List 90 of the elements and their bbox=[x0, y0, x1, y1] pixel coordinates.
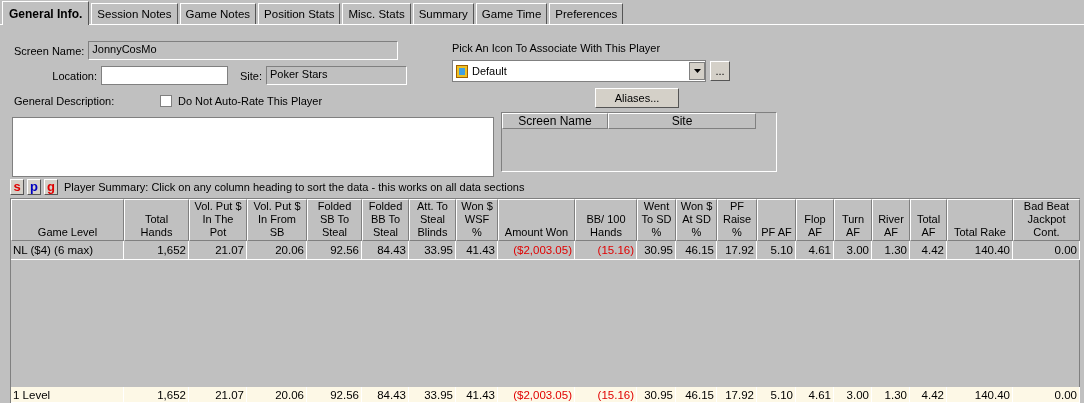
tab[interactable]: Summary bbox=[412, 3, 474, 24]
column-header[interactable]: Game Level bbox=[11, 199, 124, 241]
table-cell: 21.07 bbox=[189, 241, 247, 260]
column-header[interactable]: Total AF bbox=[910, 199, 947, 241]
table-cell: 4.61 bbox=[796, 387, 834, 403]
aliases-button[interactable]: Aliases... bbox=[595, 88, 679, 108]
table-cell: 92.56 bbox=[307, 387, 362, 403]
table-cell: 84.43 bbox=[362, 241, 409, 260]
summary-text: Player Summary: Click on any column heading to sort the data - this works on all data sections bbox=[64, 181, 525, 193]
tab[interactable]: Game Notes bbox=[179, 3, 257, 24]
table-cell: 46.15 bbox=[676, 241, 717, 260]
column-header[interactable]: Total Rake bbox=[947, 199, 1013, 241]
field-label: Site: bbox=[240, 69, 262, 82]
tab[interactable]: Position Stats bbox=[258, 3, 341, 24]
table-cell: 0.00 bbox=[1013, 241, 1080, 260]
column-header[interactable]: Turn AF bbox=[834, 199, 872, 241]
table-cell: 1 Level bbox=[11, 387, 124, 403]
table-cell: 17.92 bbox=[717, 387, 757, 403]
tab[interactable]: Preferences bbox=[549, 3, 624, 24]
table-cell: 33.95 bbox=[409, 387, 456, 403]
column-header[interactable]: Screen Name bbox=[502, 113, 608, 129]
table-cell: 1,652 bbox=[124, 241, 189, 260]
column-header[interactable]: Won $ WSF % bbox=[456, 199, 498, 241]
table-cell: 41.43 bbox=[456, 387, 498, 403]
table-cell: 3.00 bbox=[834, 241, 872, 260]
table-cell: 46.15 bbox=[676, 387, 717, 403]
dropdown-button[interactable] bbox=[689, 62, 705, 80]
column-header[interactable]: Won $ At SD % bbox=[676, 199, 717, 241]
column-header[interactable]: Vol. Put $ In From SB bbox=[247, 199, 307, 241]
column-header[interactable]: Vol. Put $ In The Pot bbox=[189, 199, 247, 241]
field-label: General Description: bbox=[14, 94, 116, 107]
browse-button[interactable]: ... bbox=[710, 61, 730, 81]
tab[interactable]: Session Notes bbox=[91, 3, 178, 24]
column-header[interactable]: Went To SD % bbox=[637, 199, 676, 241]
location-field[interactable] bbox=[101, 66, 228, 85]
icon-dropdown[interactable]: Default bbox=[452, 60, 706, 82]
screen-name-field[interactable]: JonnyCosMo bbox=[88, 41, 399, 60]
table-cell: ($2,003.05) bbox=[498, 387, 575, 403]
table-cell: 3.00 bbox=[834, 387, 872, 403]
tab[interactable]: Game Time bbox=[475, 3, 548, 24]
column-header[interactable]: Bad Beat Jackpot Cont. bbox=[1013, 199, 1080, 241]
column-header[interactable]: Folded BB To Steal bbox=[362, 199, 409, 241]
table-cell: 4.61 bbox=[796, 241, 834, 260]
table-cell: ($2,003.05) bbox=[498, 241, 575, 260]
table-cell: 4.42 bbox=[910, 241, 947, 260]
table-cell: 41.43 bbox=[456, 241, 498, 260]
field-label: Location: bbox=[51, 69, 97, 82]
table-cell: 20.06 bbox=[247, 387, 307, 403]
table-cell: 21.07 bbox=[189, 387, 247, 403]
column-header[interactable]: Amount Won bbox=[498, 199, 575, 241]
icon-picture-icon bbox=[456, 64, 468, 78]
table-cell: 5.10 bbox=[757, 387, 796, 403]
column-header[interactable]: BB/ 100 Hands bbox=[575, 199, 637, 241]
column-header[interactable]: Att. To Steal Blinds bbox=[409, 199, 456, 241]
site-field[interactable]: Poker Stars bbox=[266, 66, 407, 85]
table-cell: 30.95 bbox=[637, 387, 676, 403]
table-cell: 92.56 bbox=[307, 241, 362, 260]
table-cell: 0.00 bbox=[1013, 387, 1080, 403]
checkbox-label: Do Not Auto-Rate This Player bbox=[178, 94, 323, 107]
table-cell: (15.16) bbox=[575, 387, 637, 403]
column-header[interactable]: Flop AF bbox=[796, 199, 834, 241]
table-cell: 30.95 bbox=[637, 241, 676, 260]
field-label: Pick An Icon To Associate With This Player bbox=[452, 42, 661, 54]
table-cell: 1.30 bbox=[872, 387, 910, 403]
tab[interactable]: General Info. bbox=[2, 1, 90, 25]
section-button[interactable]: p bbox=[27, 179, 41, 195]
table-cell: 84.43 bbox=[362, 387, 409, 403]
checkbox[interactable] bbox=[160, 94, 172, 107]
table-cell: 4.42 bbox=[910, 387, 947, 403]
table-cell: 33.95 bbox=[409, 241, 456, 260]
description-field[interactable] bbox=[12, 117, 494, 177]
column-header[interactable]: Folded SB To Steal bbox=[307, 199, 362, 241]
column-header[interactable]: Total Hands bbox=[124, 199, 189, 241]
field-label: Screen Name: bbox=[14, 44, 85, 57]
column-header[interactable]: PF AF bbox=[757, 199, 796, 241]
table-cell: 1.30 bbox=[872, 241, 910, 260]
dropdown-arrow-icon bbox=[693, 69, 701, 73]
table-cell: 1,652 bbox=[124, 387, 189, 403]
tab[interactable]: Misc. Stats bbox=[342, 3, 411, 24]
table-cell: 17.92 bbox=[717, 241, 757, 260]
column-header[interactable]: Site bbox=[608, 113, 756, 129]
table-cell: 20.06 bbox=[247, 241, 307, 260]
column-header[interactable]: River AF bbox=[872, 199, 910, 241]
table-cell: 140.40 bbox=[947, 387, 1013, 403]
dropdown-value: Default bbox=[472, 65, 507, 77]
table-cell: (15.16) bbox=[575, 241, 637, 260]
table-cell: 5.10 bbox=[757, 241, 796, 260]
table-cell: NL ($4) (6 max) bbox=[11, 241, 124, 260]
column-header[interactable]: PF Raise % bbox=[717, 199, 757, 241]
table-cell: 140.40 bbox=[947, 241, 1013, 260]
